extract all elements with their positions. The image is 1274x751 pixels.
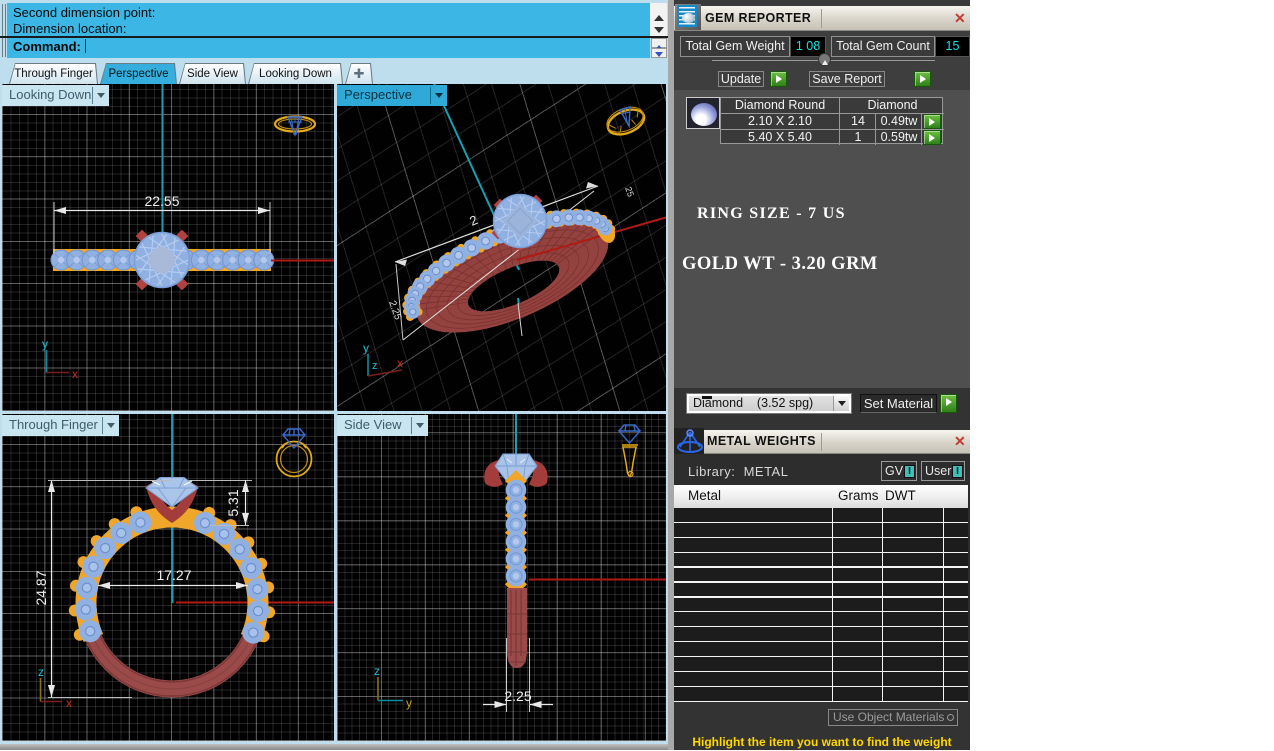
svg-text:z: z — [374, 664, 380, 678]
svg-text:z: z — [372, 360, 378, 372]
svg-text:24.87: 24.87 — [33, 570, 49, 605]
svg-text:x: x — [72, 367, 78, 381]
svg-text:y: y — [406, 696, 412, 710]
svg-text:x: x — [66, 696, 72, 710]
svg-text:5.31: 5.31 — [225, 489, 241, 516]
svg-text:x: x — [397, 356, 403, 370]
svg-text:2.25: 2.25 — [504, 688, 531, 704]
svg-text:y: y — [363, 341, 369, 355]
svg-text:22.55: 22.55 — [144, 193, 179, 209]
svg-text:y: y — [42, 337, 48, 351]
svg-text:2.25: 2.25 — [386, 299, 403, 321]
svg-text:17.27: 17.27 — [156, 567, 191, 583]
svg-text:2: 2 — [467, 212, 480, 229]
svg-text:z: z — [38, 665, 44, 679]
svg-text:25: 25 — [623, 185, 636, 198]
